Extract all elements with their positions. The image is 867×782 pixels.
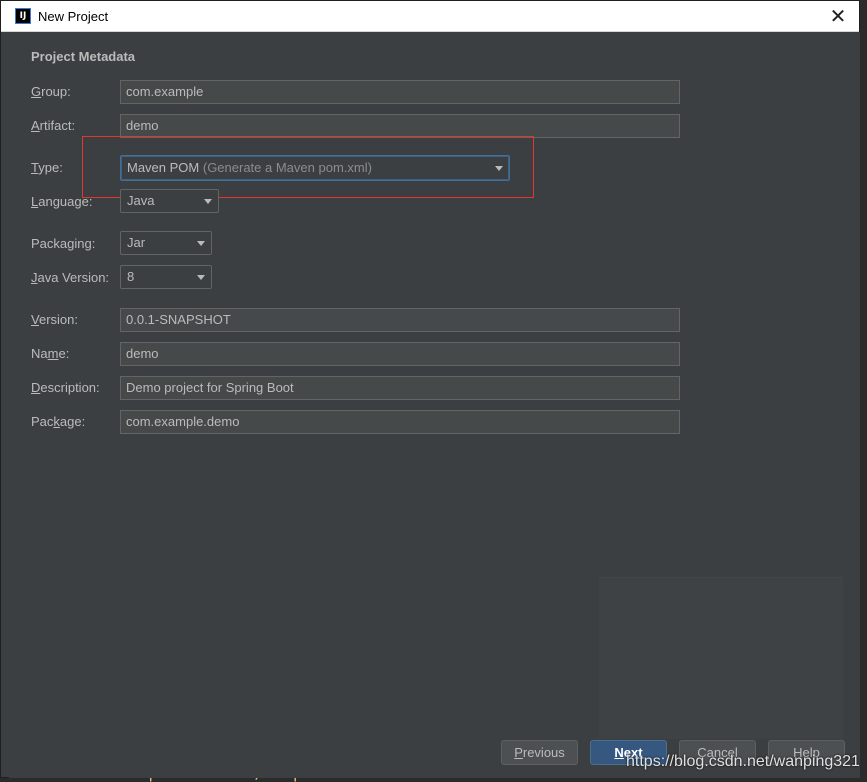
java-version-dropdown[interactable]: 8 (120, 265, 212, 289)
type-dropdown[interactable]: Maven POM (Generate a Maven pom.xml) (120, 155, 510, 181)
window-title: New Project (38, 9, 109, 24)
previous-button[interactable]: Previous (501, 740, 578, 765)
chevron-down-icon (204, 199, 212, 204)
type-label: Type: (31, 160, 63, 175)
intellij-idea-icon: IJ (15, 8, 31, 24)
chevron-down-icon (495, 166, 503, 171)
version-label: Version: (31, 312, 78, 327)
packaging-value: Jar (127, 235, 146, 250)
language-dropdown[interactable]: Java (120, 189, 219, 213)
name-field[interactable]: demo (120, 342, 680, 366)
language-label: Language: (31, 194, 93, 209)
type-value: Maven POM (127, 160, 200, 175)
language-value: Java (127, 193, 155, 208)
java-version-label: Java Version: (31, 270, 110, 285)
packaging-label: Packaging: (31, 236, 96, 251)
artifact-field[interactable]: demo (120, 114, 680, 138)
close-icon[interactable]: ✕ (827, 5, 849, 27)
title-bar: IJ New Project ✕ (1, 1, 859, 32)
artifact-label: Artifact: (31, 118, 76, 133)
group-label: Group: (31, 84, 71, 99)
version-field[interactable]: 0.0.1-SNAPSHOT (120, 308, 680, 332)
package-label: Package: (31, 414, 86, 429)
group-field[interactable]: com.example (120, 80, 680, 104)
description-label: Description: (31, 380, 100, 395)
section-title: Project Metadata (31, 49, 136, 64)
description-field[interactable]: Demo project for Spring Boot (120, 376, 680, 400)
new-project-dialog: IJ New Project ✕ Project Metadata Group:… (0, 0, 860, 778)
type-hint: (Generate a Maven pom.xml) (199, 160, 372, 175)
dialog-content: Project Metadata Group: com.example Arti… (9, 32, 860, 778)
watermark: https://blog.csdn.net/wanping321 (626, 753, 860, 770)
java-version-value: 8 (127, 269, 135, 284)
package-field[interactable]: com.example.demo (120, 410, 680, 434)
chevron-down-icon (197, 275, 205, 280)
name-label: Name: (31, 346, 70, 361)
side-panel (599, 577, 843, 739)
packaging-dropdown[interactable]: Jar (120, 231, 212, 255)
chevron-down-icon (197, 241, 205, 246)
